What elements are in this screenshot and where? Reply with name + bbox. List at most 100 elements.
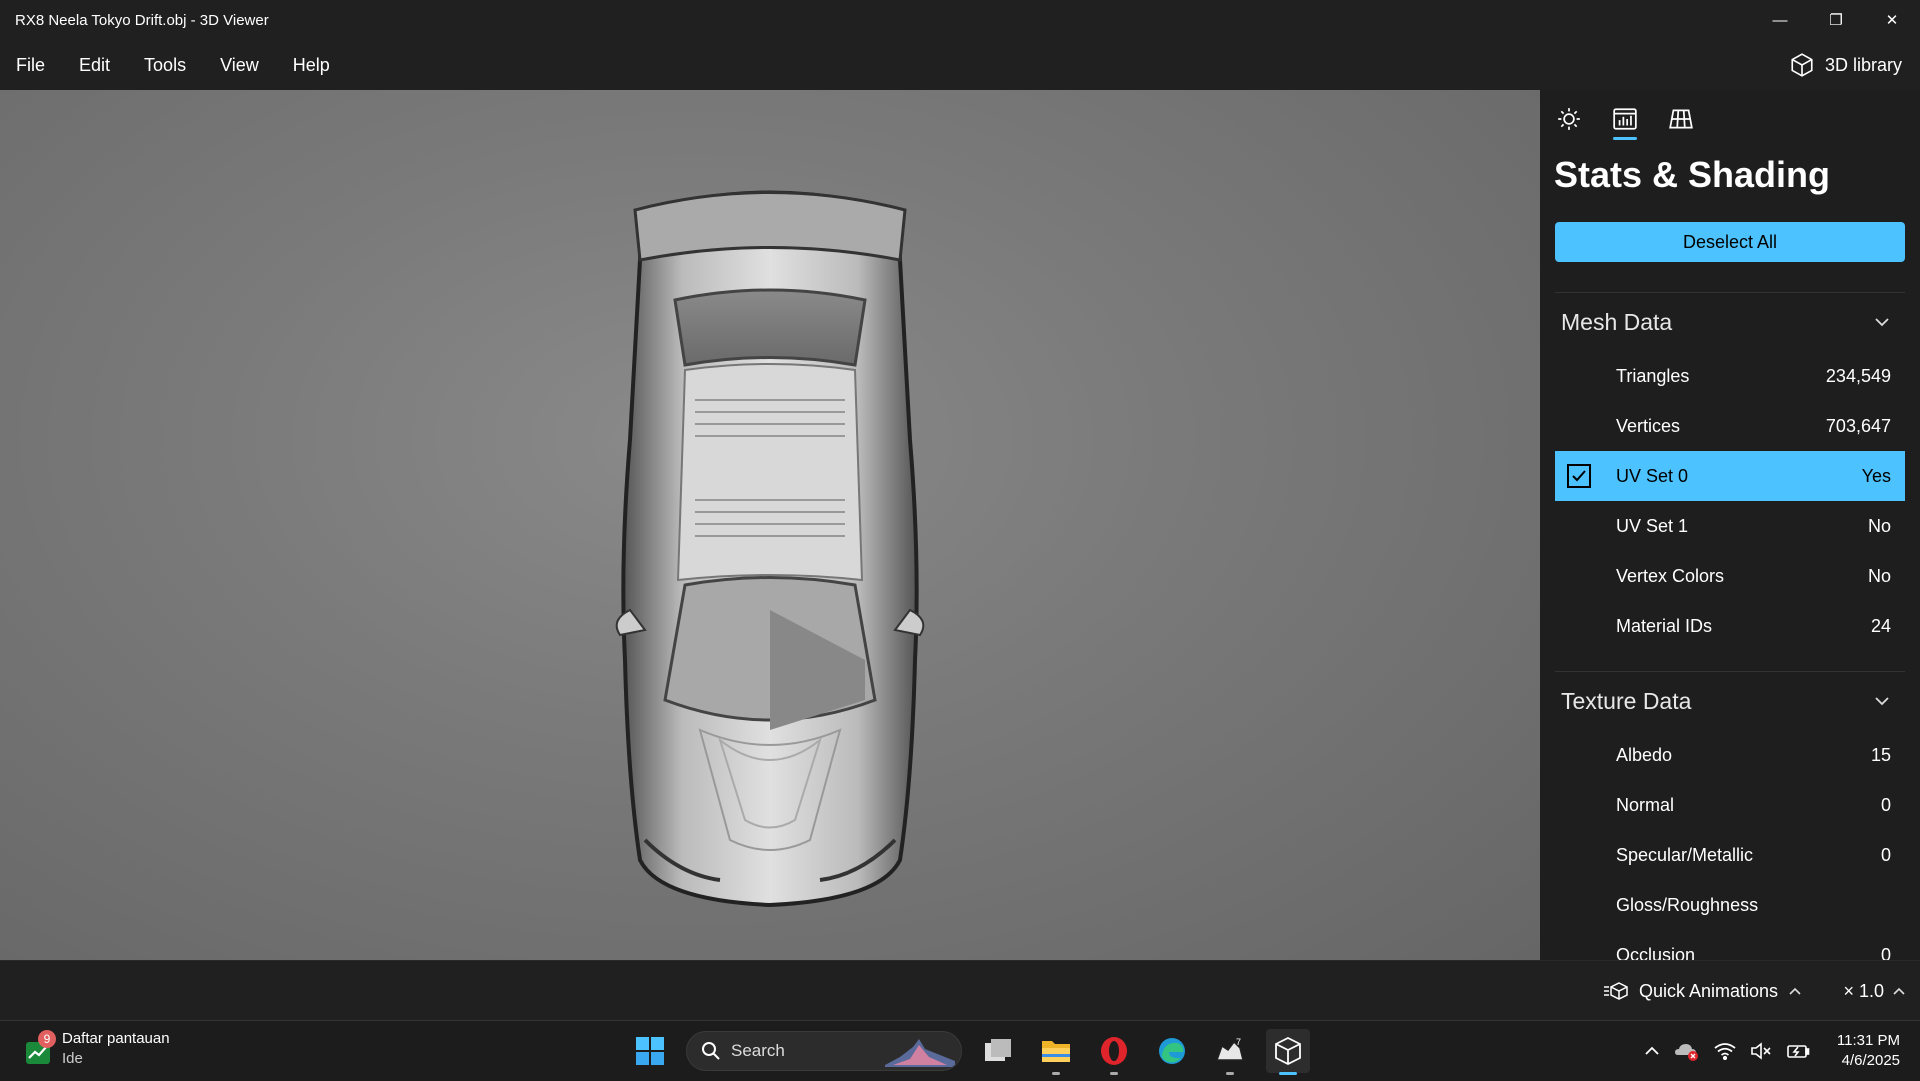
menu-edit[interactable]: Edit [62,40,127,90]
restore-button[interactable]: ❐ [1808,0,1864,40]
mesh-data-header[interactable]: Mesh Data [1540,293,1920,351]
3d-viewer-icon [1275,1036,1301,1066]
widget-subtitle: Ide [62,1050,83,1067]
stat-value: Yes [1861,465,1891,486]
minimize-button[interactable]: — [1752,0,1808,40]
animation-icon [1603,982,1628,1000]
stat-value: 234,549 [1825,365,1891,386]
clock-time: 11:31 PM [1836,1032,1900,1049]
car-model[interactable] [600,140,940,910]
stat-row-vertices[interactable]: Vertices 703,647 [1555,401,1905,451]
panel-title: Stats & Shading [1554,154,1831,195]
stat-row-gloss-roughness[interactable]: Gloss/Roughness [1555,880,1905,930]
windows-logo-icon [636,1037,664,1065]
stat-label: Vertex Colors [1616,565,1725,586]
stat-value: 15 [1870,744,1891,765]
task-view-icon [985,1039,1011,1061]
3d-library-button[interactable]: 3D library [1789,40,1902,90]
notification-badge: 9 [38,1030,56,1048]
folder-icon [1042,1041,1070,1062]
tab-lighting[interactable] [1554,106,1584,140]
stat-value: 0 [1880,794,1891,815]
stats-icon [1613,108,1637,130]
chevron-down-icon [1875,697,1889,706]
rhino-app-button[interactable]: 7 [1208,1029,1252,1075]
search-label: Search [731,1041,785,1060]
running-indicator [1226,1072,1234,1075]
stat-value: 0 [1880,944,1891,961]
stat-label: Vertices [1616,415,1681,436]
stat-label: Triangles [1616,365,1690,386]
stat-row-triangles[interactable]: Triangles 234,549 [1555,351,1905,401]
svg-text:7: 7 [1236,1037,1241,1047]
title-bar: RX8 Neela Tokyo Drift.obj - 3D Viewer — … [0,0,1920,40]
checkbox[interactable] [1567,464,1591,488]
quick-animations-button[interactable]: Quick Animations [1603,961,1802,1021]
edge-icon [1159,1038,1185,1064]
file-explorer-button[interactable] [1034,1029,1078,1075]
window-title: RX8 Neela Tokyo Drift.obj - 3D Viewer [15,11,269,29]
onedrive-error-icon[interactable] [1674,1041,1700,1061]
stat-row-specular-metallic[interactable]: Specular/Metallic 0 [1555,830,1905,880]
stat-label: Specular/Metallic [1616,844,1754,865]
grid-icon [1669,109,1693,129]
system-tray [1644,1021,1810,1081]
menu-view[interactable]: View [203,40,276,90]
stat-row-albedo[interactable]: Albedo 15 [1555,730,1905,780]
menu-help[interactable]: Help [276,40,347,90]
opera-icon [1101,1037,1127,1065]
stat-row-occlusion[interactable]: Occlusion 0 [1555,930,1905,961]
window-controls: — ❐ ✕ [1752,0,1920,40]
3d-viewport[interactable] [0,90,1540,960]
texture-data-title: Texture Data [1561,687,1692,714]
menu-file[interactable]: File [0,40,62,90]
stat-row-uv-set-1[interactable]: UV Set 1 No [1555,501,1905,551]
texture-data-header[interactable]: Texture Data [1540,672,1920,730]
stat-value: 24 [1870,615,1891,636]
stat-label: Albedo [1616,744,1673,765]
stat-row-vertex-colors[interactable]: Vertex Colors No [1555,551,1905,601]
menu-tools[interactable]: Tools [127,40,203,90]
3d-viewer-app-button[interactable] [1266,1029,1310,1075]
chevron-down-icon [1875,318,1889,327]
search-highlight-image [885,1039,955,1067]
cube-library-icon [1791,53,1813,77]
chevron-up-icon[interactable] [1644,1046,1660,1056]
taskbar-search[interactable]: Search [686,1031,962,1071]
tab-mesh-grid[interactable] [1666,106,1696,140]
stat-row-uv-set-0[interactable]: UV Set 0 Yes [1555,451,1905,501]
wifi-icon[interactable] [1714,1042,1736,1060]
chevron-up-icon [1893,987,1905,995]
taskbar-clock[interactable]: 11:31 PM 4/6/2025 [1837,1031,1900,1071]
stat-value: 0 [1880,844,1891,865]
animation-bar: Quick Animations × 1.0 [0,960,1920,1020]
close-button[interactable]: ✕ [1864,0,1920,40]
widget-title: Daftar pantauan [62,1030,170,1047]
stat-label: UV Set 0 [1616,465,1689,486]
stat-label: Gloss/Roughness [1616,894,1759,915]
running-indicator [1052,1072,1060,1075]
start-button[interactable] [628,1029,672,1073]
tab-stats-shading[interactable] [1610,106,1640,140]
menu-bar: File Edit Tools View Help [0,40,1920,90]
stat-value: No [1867,565,1891,586]
stat-value: 703,647 [1825,415,1891,436]
speed-value: × 1.0 [1843,980,1884,1001]
deselect-all-button[interactable]: Deselect All [1555,222,1905,262]
stat-row-normal[interactable]: Normal 0 [1555,780,1905,830]
battery-charging-icon[interactable] [1786,1042,1810,1060]
active-indicator [1279,1072,1297,1075]
sun-icon [1558,108,1580,130]
taskbar: 9 Daftar pantauan Ide Search 7 11:31 PM … [0,1020,1920,1080]
task-view-button[interactable] [976,1029,1020,1073]
opera-browser-button[interactable] [1092,1029,1136,1075]
watchlist-widget[interactable]: 9 Daftar pantauan Ide [24,1029,170,1069]
panel-tab-bar [1540,90,1920,146]
stat-row-material-ids[interactable]: Material IDs 24 [1555,601,1905,651]
clock-date: 4/6/2025 [1841,1052,1900,1069]
playback-speed-button[interactable]: × 1.0 [1843,961,1906,1021]
stat-value: No [1867,515,1891,536]
stats-shading-panel: Stats & Shading Deselect All Mesh Data T… [1540,90,1920,960]
edge-browser-button[interactable] [1150,1029,1194,1073]
volume-muted-icon[interactable] [1750,1042,1772,1060]
